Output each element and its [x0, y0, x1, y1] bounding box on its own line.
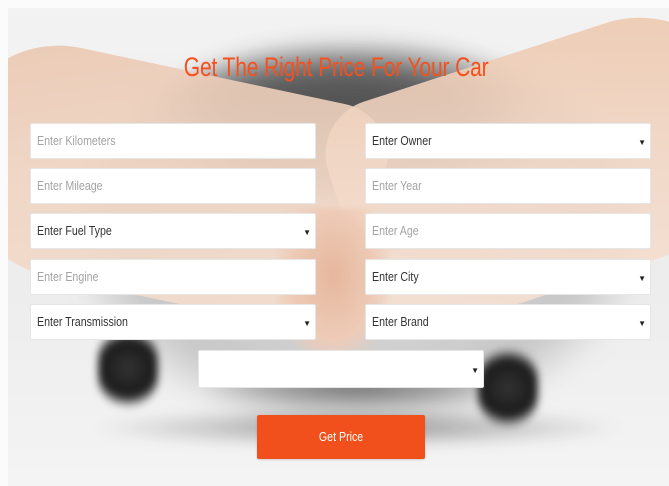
caret-down-icon: ▼	[303, 319, 311, 328]
age-placeholder: Enter Age	[372, 224, 419, 238]
year-input[interactable]: Enter Year	[365, 168, 651, 204]
kilometers-placeholder: Enter Kilometers	[37, 134, 116, 148]
transmission-select[interactable]: Enter Transmission ▼	[30, 304, 316, 340]
caret-down-icon: ▼	[471, 366, 479, 375]
mileage-input[interactable]: Enter Mileage	[30, 168, 316, 204]
page-title: Get The Right Price For Your Car	[183, 52, 489, 82]
caret-down-icon: ▼	[638, 319, 646, 328]
fuel-type-select[interactable]: Enter Fuel Type ▼	[30, 213, 316, 249]
engine-input[interactable]: Enter Engine	[30, 259, 316, 295]
caret-down-icon: ▼	[638, 138, 646, 147]
fuel-type-selected-value: Enter Fuel Type	[37, 224, 112, 238]
mileage-placeholder: Enter Mileage	[37, 179, 103, 193]
kilometers-input[interactable]: Enter Kilometers	[30, 123, 316, 159]
get-price-label: Get Price	[318, 430, 364, 444]
model-select[interactable]: ▼	[198, 350, 484, 388]
engine-placeholder: Enter Engine	[37, 270, 99, 284]
caret-down-icon: ▼	[638, 274, 646, 283]
page: Get The Right Price For Your Car Enter K…	[0, 0, 669, 486]
get-price-button[interactable]: Get Price	[257, 415, 425, 459]
owner-selected-value: Enter Owner	[372, 134, 432, 148]
brand-selected-value: Enter Brand	[372, 315, 429, 329]
car-image-wheel-left	[98, 328, 158, 408]
brand-select[interactable]: Enter Brand ▼	[365, 304, 651, 340]
owner-select[interactable]: Enter Owner ▼	[365, 123, 651, 159]
transmission-selected-value: Enter Transmission	[37, 315, 128, 329]
age-input[interactable]: Enter Age	[365, 213, 651, 249]
city-select[interactable]: Enter City ▼	[365, 259, 651, 295]
caret-down-icon: ▼	[303, 228, 311, 237]
city-selected-value: Enter City	[372, 270, 419, 284]
year-placeholder: Enter Year	[372, 179, 422, 193]
